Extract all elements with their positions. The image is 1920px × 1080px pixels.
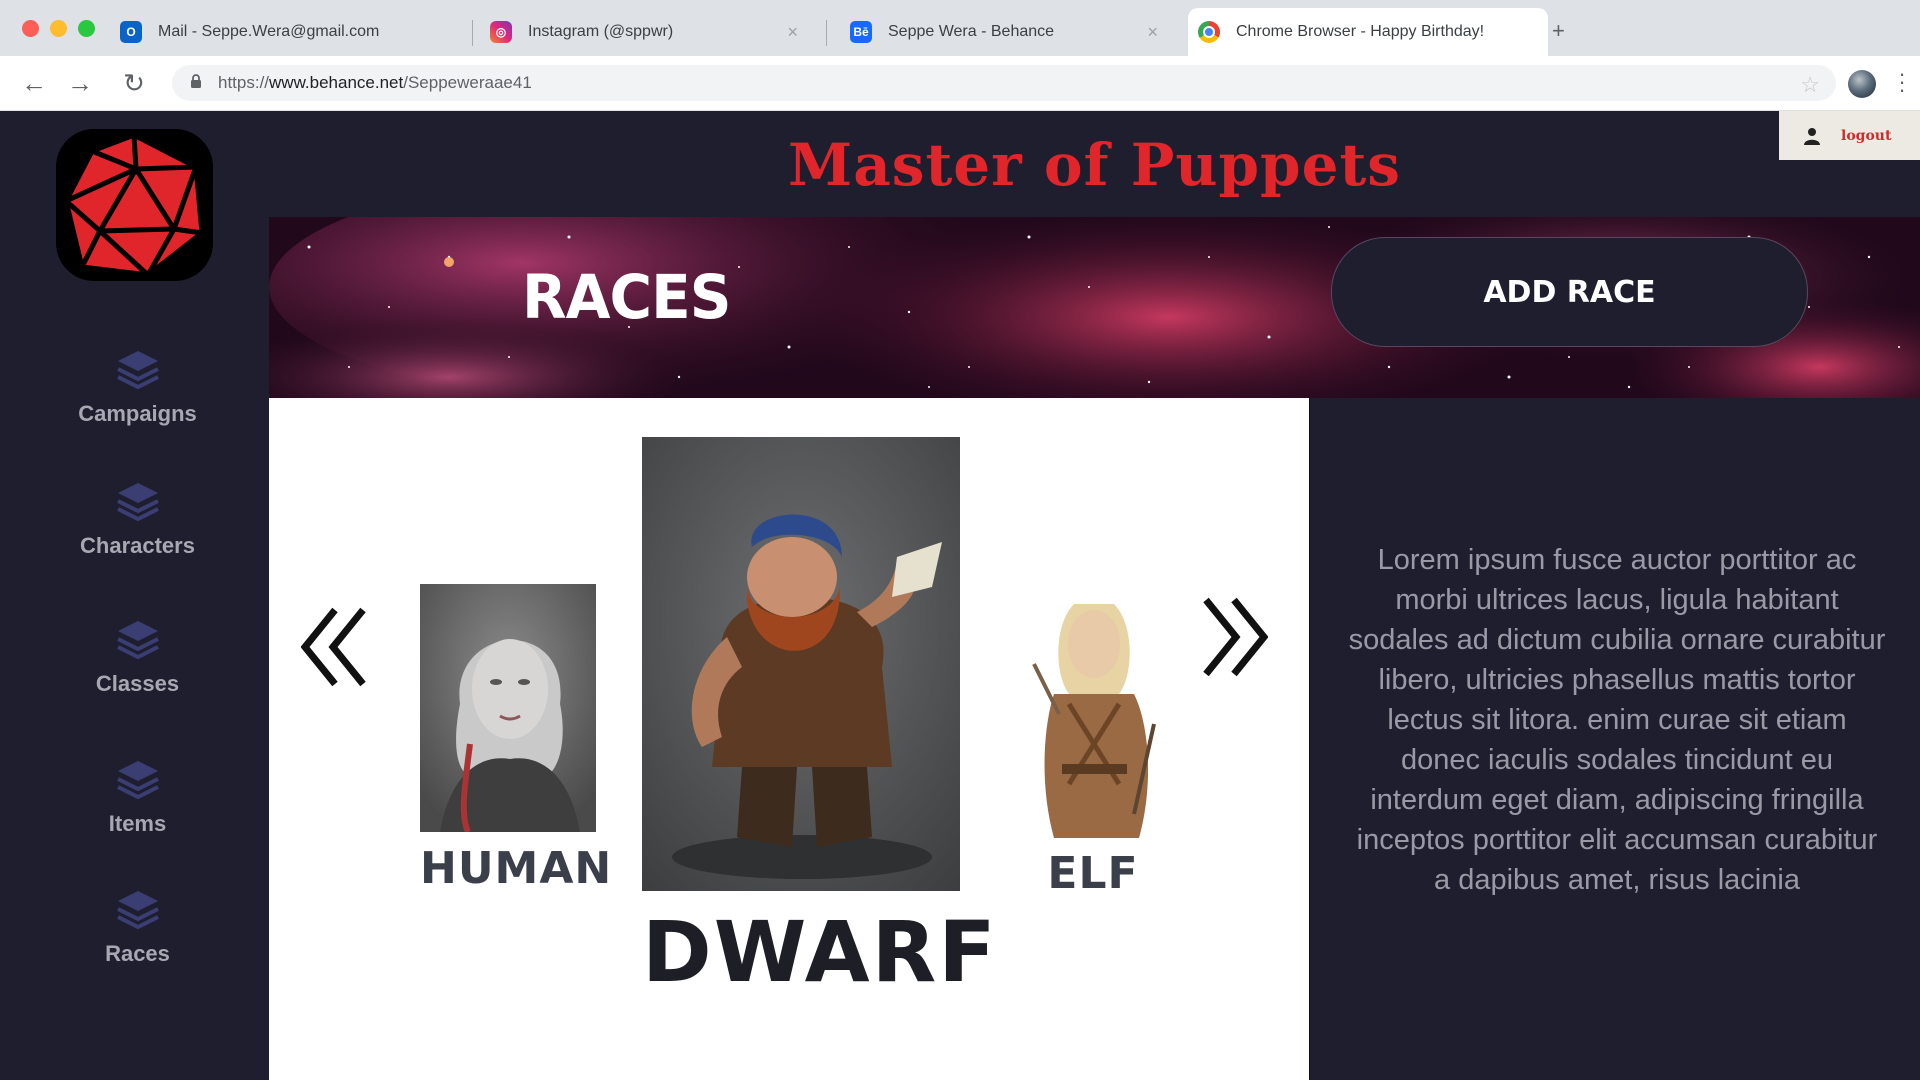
forward-arrow-icon[interactable]: → bbox=[64, 67, 96, 99]
browser-tab-bar: O Mail - Seppe.Wera@gmail.com ◎ Instagra… bbox=[0, 0, 1920, 56]
sidebar-item-classes[interactable]: Classes bbox=[0, 617, 275, 697]
race-label-human: HUMAN bbox=[420, 843, 613, 894]
tab-separator bbox=[826, 20, 827, 46]
race-description: Lorem ipsum fusce auctor porttitor ac mo… bbox=[1348, 544, 1886, 896]
browser-toolbar: ← → ↻ https://www.behance.net/Seppeweraa… bbox=[0, 56, 1920, 111]
page-title: RACES bbox=[522, 261, 732, 333]
logout-button[interactable]: logout bbox=[1779, 111, 1920, 160]
outlook-icon: O bbox=[120, 21, 142, 43]
maximize-window-button[interactable] bbox=[78, 20, 95, 37]
sidebar-item-label: Races bbox=[105, 941, 170, 966]
minimize-window-button[interactable] bbox=[50, 20, 67, 37]
race-description-panel: Lorem ipsum fusce auctor porttitor ac mo… bbox=[1309, 398, 1920, 1080]
stack-icon bbox=[116, 621, 159, 660]
sidebar-item-label: Classes bbox=[95, 671, 180, 696]
url-domain: www.behance.net bbox=[269, 73, 404, 92]
stack-icon bbox=[116, 761, 159, 800]
double-chevron-right-icon[interactable] bbox=[1202, 596, 1268, 678]
stack-icon bbox=[116, 483, 159, 522]
sidebar-item-characters[interactable]: Characters bbox=[0, 479, 275, 559]
human-portrait-image bbox=[420, 584, 596, 834]
address-bar[interactable]: https://www.behance.net/Seppeweraae41 ☆ bbox=[172, 65, 1836, 101]
race-card-human[interactable] bbox=[420, 584, 596, 834]
race-carousel: HUMAN DWARF ELF bbox=[269, 398, 1309, 1080]
race-label-dwarf: DWARF bbox=[642, 903, 998, 1001]
url-path: /Seppeweraae41 bbox=[403, 73, 532, 92]
back-arrow-icon[interactable]: ← bbox=[18, 67, 50, 99]
race-label-elf: ELF bbox=[1047, 848, 1139, 899]
sidebar-item-label: Campaigns bbox=[78, 401, 197, 426]
race-card-dwarf[interactable] bbox=[642, 437, 960, 891]
sidebar-item-label: Characters bbox=[80, 533, 195, 558]
sidebar-item-campaigns[interactable]: Campaigns bbox=[0, 347, 275, 427]
logout-label: logout bbox=[1841, 127, 1892, 144]
d20-logo-icon[interactable] bbox=[56, 129, 213, 281]
reload-icon[interactable]: ↻ bbox=[118, 67, 150, 99]
new-tab-icon[interactable]: + bbox=[1552, 18, 1565, 44]
tab-behance[interactable]: Bē Seppe Wera - Behance × bbox=[850, 8, 1170, 56]
close-tab-icon[interactable]: × bbox=[787, 22, 798, 43]
dwarf-portrait-image bbox=[642, 437, 960, 891]
tab-label: Chrome Browser - Happy Birthday! bbox=[1236, 23, 1485, 40]
close-window-button[interactable] bbox=[22, 20, 39, 37]
sidebar: Campaigns Characters Classes Items Races bbox=[0, 111, 269, 1080]
add-race-button[interactable]: ADD RACE bbox=[1331, 237, 1808, 347]
stack-icon bbox=[116, 891, 159, 930]
chrome-icon bbox=[1198, 21, 1220, 43]
stack-icon bbox=[116, 351, 159, 390]
double-chevron-left-icon[interactable] bbox=[301, 606, 367, 688]
app-header: Master of Puppets bbox=[269, 111, 1920, 217]
tab-label: Mail - Seppe.Wera@gmail.com bbox=[158, 23, 380, 40]
behance-icon: Bē bbox=[850, 21, 872, 43]
lock-icon bbox=[190, 74, 202, 92]
sidebar-item-items[interactable]: Items bbox=[0, 757, 275, 837]
tab-separator bbox=[472, 20, 473, 46]
instagram-icon: ◎ bbox=[490, 21, 512, 43]
tab-label: Seppe Wera - Behance bbox=[888, 23, 1055, 40]
tab-mail[interactable]: O Mail - Seppe.Wera@gmail.com bbox=[120, 8, 470, 56]
app-title: Master of Puppets bbox=[788, 131, 1401, 199]
bookmark-star-icon[interactable]: ☆ bbox=[1800, 72, 1820, 98]
elf-portrait-image bbox=[1014, 584, 1172, 838]
tab-instagram[interactable]: ◎ Instagram (@sppwr) × bbox=[490, 8, 810, 56]
close-tab-icon[interactable]: × bbox=[1147, 22, 1158, 43]
sidebar-item-label: Items bbox=[108, 811, 167, 836]
user-icon bbox=[1803, 127, 1821, 145]
menu-kebab-icon[interactable]: · · · bbox=[1898, 63, 1906, 101]
tab-label: Instagram (@sppwr) bbox=[528, 23, 674, 40]
sidebar-item-races[interactable]: Races bbox=[0, 887, 275, 967]
tab-chrome-birthday[interactable]: Chrome Browser - Happy Birthday! bbox=[1188, 8, 1548, 56]
race-card-elf[interactable] bbox=[1014, 584, 1172, 838]
races-banner: RACES ADD RACE bbox=[269, 217, 1920, 398]
url-scheme: https:// bbox=[218, 73, 270, 92]
profile-avatar[interactable] bbox=[1848, 70, 1876, 98]
